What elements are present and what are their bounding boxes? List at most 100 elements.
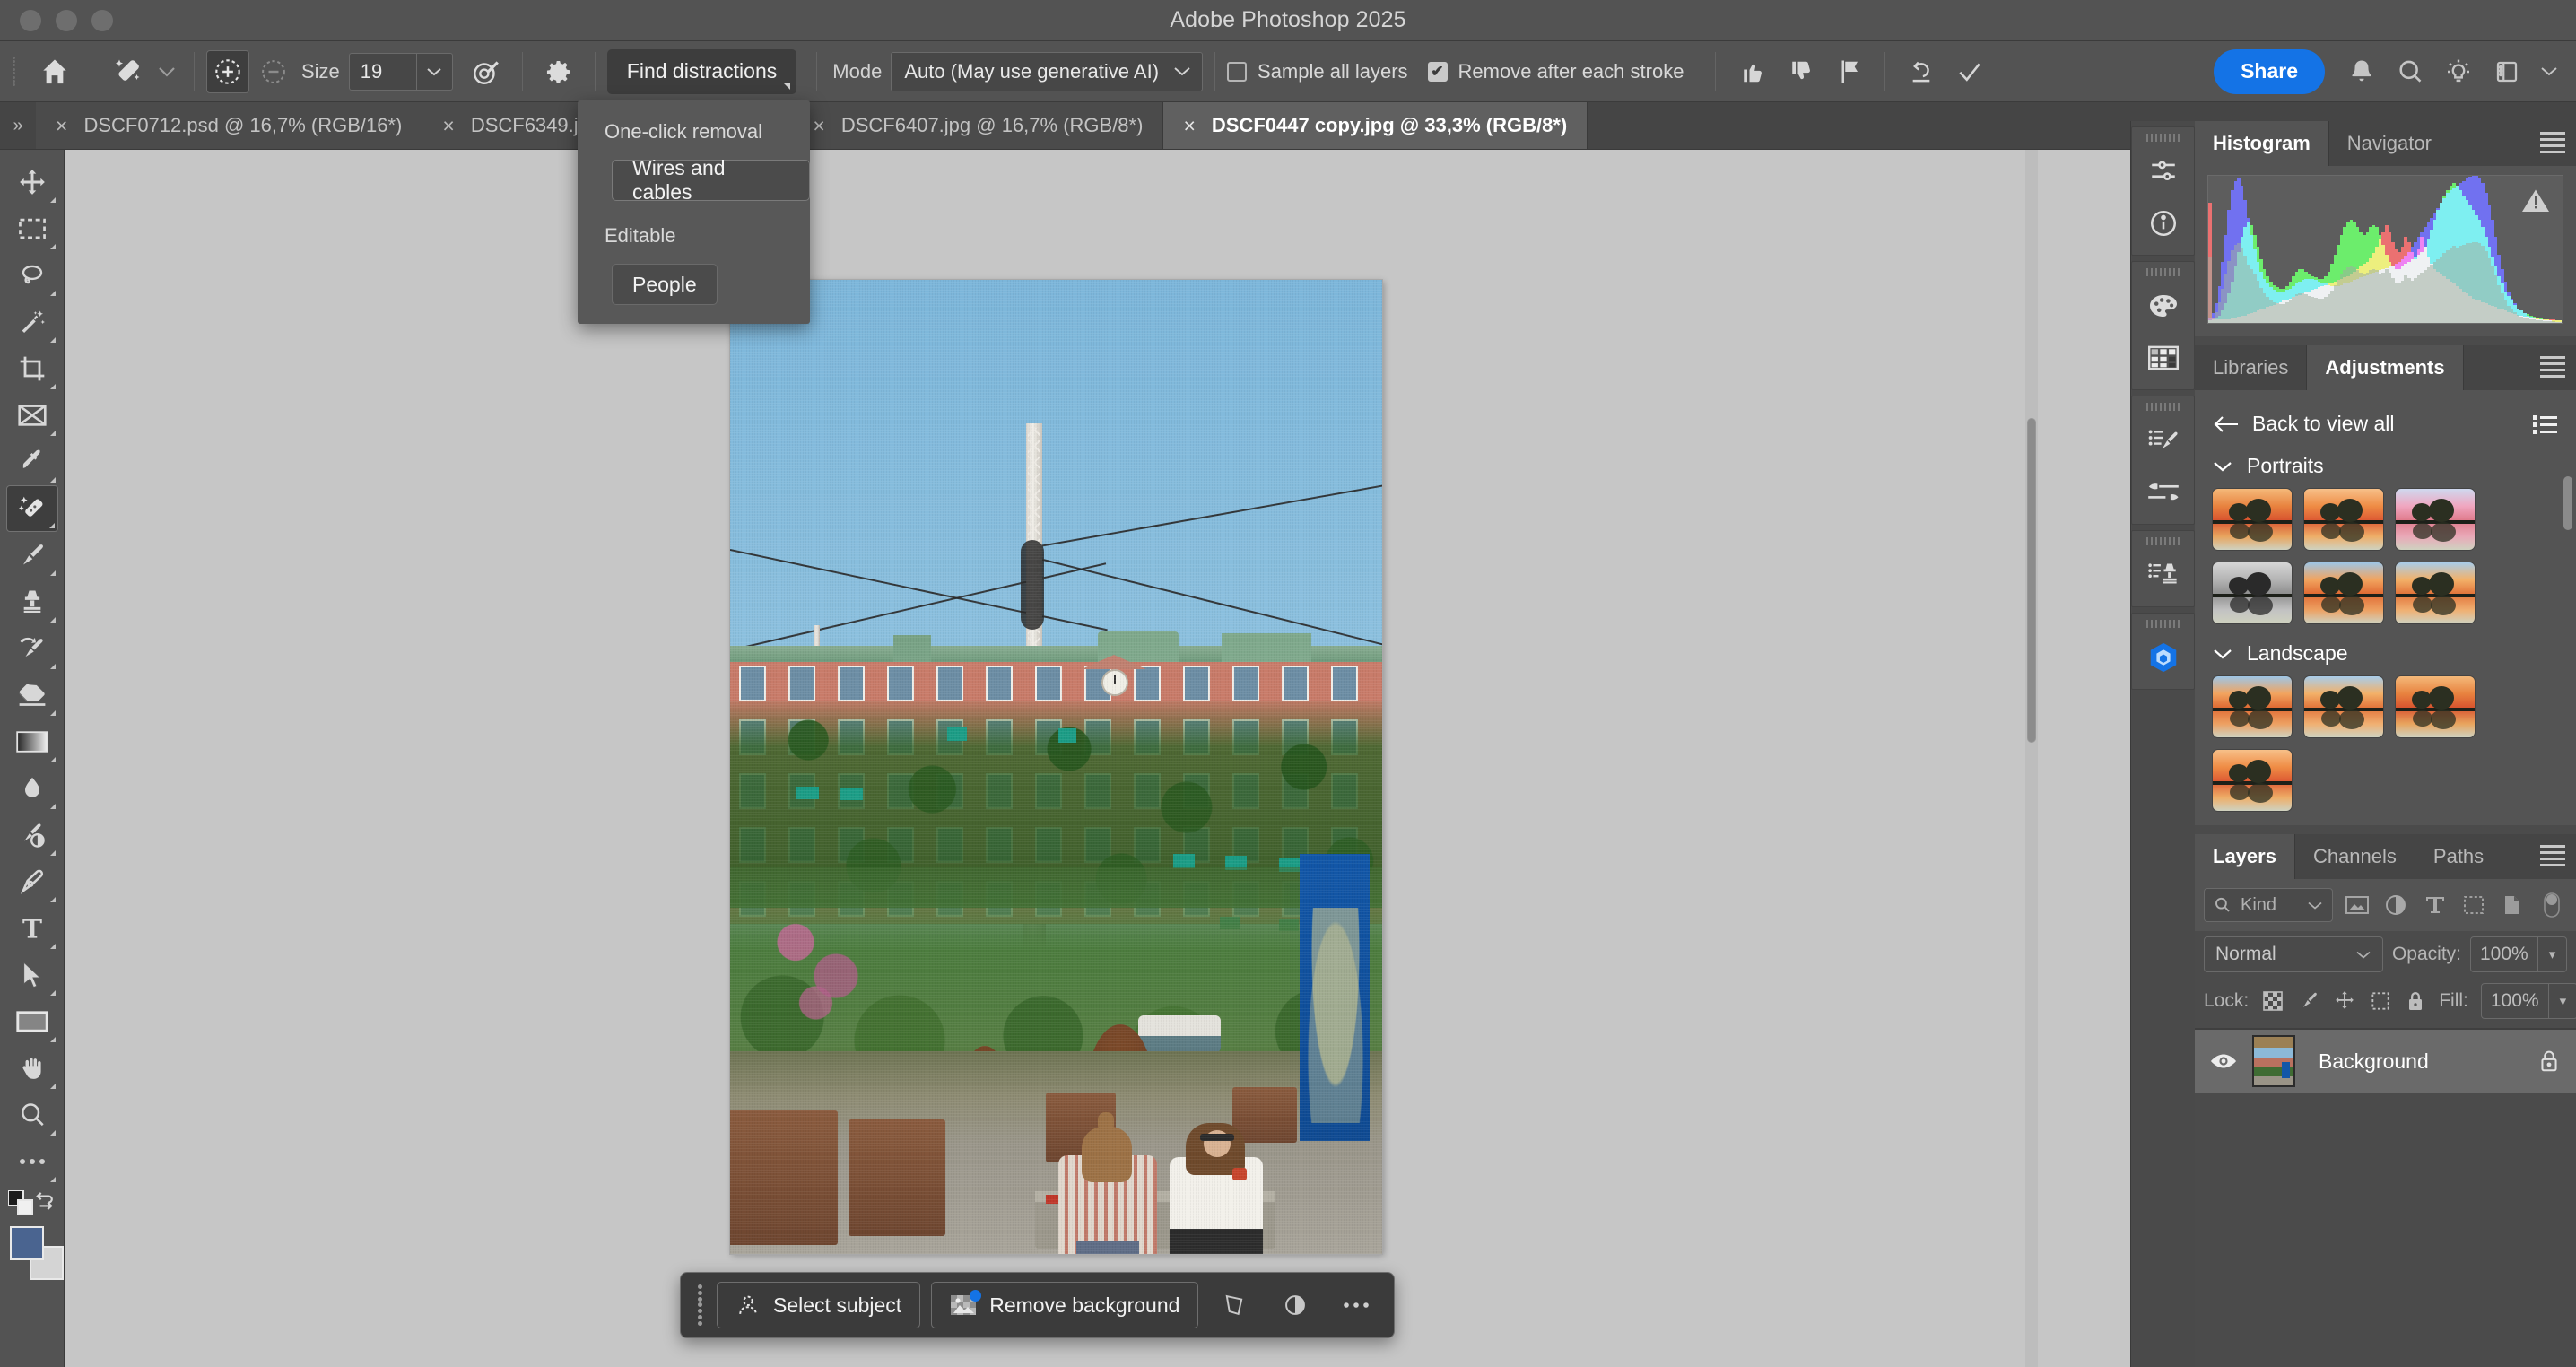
chevron-down-icon[interactable]: ▾ [2548,984,2576,1018]
magic-wand-icon[interactable] [6,299,58,345]
sample-all-layers-checkbox[interactable] [1227,62,1247,82]
preset-thumbnail[interactable] [2213,562,2292,623]
wires-and-cables-button[interactable]: Wires and cables [612,160,810,201]
gradient-icon[interactable] [6,718,58,765]
arrow-cursor-icon[interactable] [6,952,58,998]
undo-reset-icon[interactable] [1897,49,1945,94]
ellipsis-icon[interactable] [6,1138,58,1185]
discover-lightbulb-icon[interactable] [2434,49,2483,94]
people-button[interactable]: People [612,264,718,305]
tab-layers[interactable]: Layers [2195,834,2295,879]
brush-presets-icon[interactable] [2132,466,2194,518]
thumbs-up-icon[interactable] [1727,49,1776,94]
close-icon[interactable]: × [56,114,67,138]
filter-type-icon[interactable] [2420,888,2450,922]
preset-thumbnail[interactable] [2213,489,2292,550]
close-icon[interactable]: × [813,114,824,138]
section-portraits[interactable]: Portraits [2207,443,2563,487]
contextual-task-bar[interactable]: Select subject Remove background [680,1272,1395,1338]
filter-shape-icon[interactable] [2459,888,2489,922]
info-circle-icon[interactable] [2132,197,2194,249]
document-tab-3[interactable]: × DSCF0447 copy.jpg @ 33,3% (RGB/8*) [1163,102,1588,149]
search-icon[interactable] [2386,49,2434,94]
eyedropper-icon[interactable] [6,439,58,485]
add-to-selection-button[interactable] [206,50,249,93]
clone-source-icon[interactable] [2132,549,2194,601]
text-t-icon[interactable] [6,905,58,952]
tab-navigator[interactable]: Navigator [2329,121,2450,166]
lock-artboard-icon[interactable] [2369,989,2392,1013]
filter-toggle-icon[interactable] [2537,888,2567,922]
opacity-input[interactable]: 100% ▾ [2470,936,2567,972]
document-tab-2[interactable]: × DSCF6407.jpg @ 16,7% (RGB/8*) [793,102,1163,149]
remove-background-button[interactable]: Remove background [931,1282,1198,1328]
filter-smart-object-icon[interactable] [2498,888,2528,922]
adjustment-half-circle-icon[interactable] [1270,1282,1320,1328]
lock-position-icon[interactable] [2333,989,2356,1013]
share-button[interactable]: Share [2214,49,2325,94]
brush-settings-icon[interactable] [2132,414,2194,466]
gear-icon[interactable] [535,49,583,94]
ellipsis-icon[interactable] [1331,1282,1381,1328]
drag-dots-icon[interactable] [693,1284,706,1326]
thumbs-down-icon[interactable] [1776,49,1824,94]
tab-libraries[interactable]: Libraries [2195,345,2307,390]
tool-preset-chevron-down-icon[interactable] [152,49,182,94]
foreground-color-swatch[interactable] [10,1226,44,1260]
workspace-chevron-down-icon[interactable] [2531,49,2567,94]
preset-thumbnail[interactable] [2304,676,2383,737]
panel-menu-icon[interactable] [2540,132,2565,157]
preset-thumbnail[interactable] [2396,489,2475,550]
swatches-grid-icon[interactable] [2132,332,2194,384]
home-icon[interactable] [30,49,79,94]
find-distractions-dropdown[interactable]: One-click removal Wires and cables Edita… [578,100,810,324]
rail-drag-handle[interactable] [2132,127,2194,145]
find-distractions-button[interactable]: Find distractions [607,49,796,94]
magnifier-icon[interactable] [6,1092,58,1138]
canvas-image[interactable] [730,280,1382,1254]
properties-sliders-icon[interactable] [2132,145,2194,197]
blend-mode-select[interactable]: Normal [2204,936,2383,972]
frame-icon[interactable] [6,392,58,439]
spot-healing-brush-icon[interactable] [103,49,152,94]
rail-drag-handle[interactable] [2132,262,2194,280]
tab-paths[interactable]: Paths [2415,834,2502,879]
size-input[interactable]: 19 [349,53,453,91]
options-bar-grip[interactable] [7,54,20,90]
chevron-double-right-icon[interactable]: » [0,102,36,149]
document-window[interactable] [65,150,2038,1367]
document-canvas-area[interactable]: Select subject Remove background [65,150,2130,1367]
tab-histogram[interactable]: Histogram [2195,121,2329,166]
generative-ai-icon[interactable] [2132,631,2194,684]
swap-colors-icon[interactable] [33,1189,57,1213]
rail-drag-handle[interactable] [2132,531,2194,549]
flag-icon[interactable] [1824,49,1873,94]
fill-value[interactable]: 100% [2482,984,2548,1018]
eye-icon[interactable] [2195,1050,2252,1072]
portrait-presets[interactable] [2207,487,2563,631]
color-palette-icon[interactable] [2132,280,2194,332]
fill-input[interactable]: 100% ▾ [2481,983,2576,1019]
lasso-icon[interactable] [6,252,58,299]
close-icon[interactable]: × [442,114,454,138]
lock-image-pixels-icon[interactable] [2297,989,2320,1013]
tab-channels[interactable]: Channels [2295,834,2415,879]
remove-after-each-stroke-checkbox[interactable] [1428,62,1448,82]
sample-all-layers-checkbox-row[interactable]: Sample all layers [1227,60,1408,83]
size-value[interactable]: 19 [350,60,416,83]
preset-thumbnail[interactable] [2304,562,2383,623]
preset-thumbnail[interactable] [2304,489,2383,550]
hand-icon[interactable] [6,1045,58,1092]
preset-thumbnail[interactable] [2396,562,2475,623]
layer-filter-kind-select[interactable]: Kind [2204,888,2333,922]
preset-thumbnail[interactable] [2396,676,2475,737]
pressure-tablet-icon[interactable] [462,49,510,94]
canvas-vertical-scrollbar[interactable] [2025,150,2038,1367]
dodge-burn-icon[interactable] [6,812,58,858]
chevron-down-icon[interactable] [416,54,452,90]
rail-drag-handle[interactable] [2132,396,2194,414]
transform-icon[interactable] [1209,1282,1259,1328]
waterdrop-icon[interactable] [6,765,58,812]
tab-adjustments[interactable]: Adjustments [2307,345,2463,390]
layer-thumbnail[interactable] [2252,1035,2295,1087]
